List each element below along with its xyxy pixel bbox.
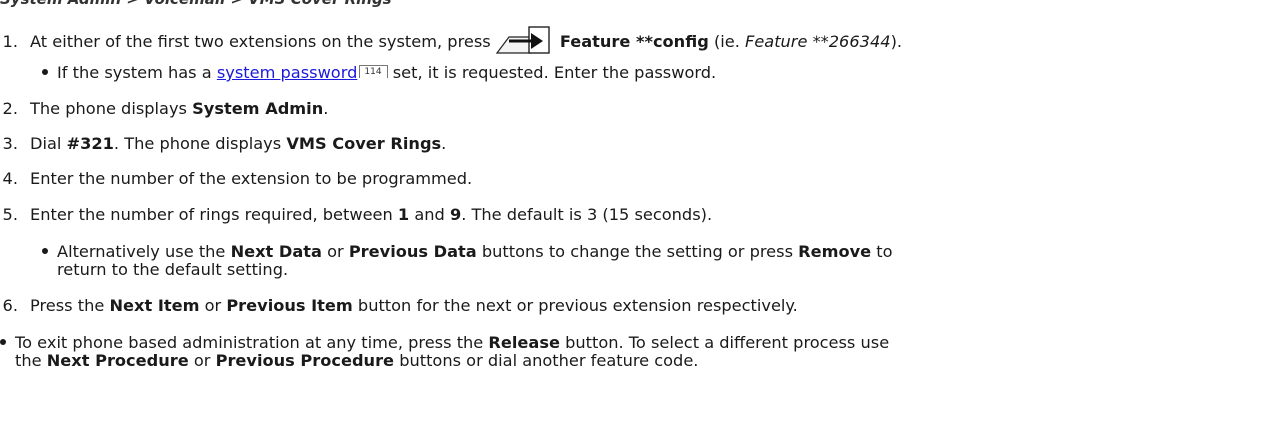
min-rings: 1 (397, 205, 410, 224)
system-password-link[interactable]: system password (217, 63, 358, 82)
feature-key-icon (495, 25, 551, 61)
step-number: 4. (2, 169, 18, 188)
page-heading: System Admin > Voicemail > VMS Cover Rin… (0, 0, 392, 10)
step-text: . The default is 3 (15 seconds). (461, 205, 713, 224)
button-name: Previous Procedure (215, 351, 395, 370)
step-4: 4. Enter the number of the extension to b… (0, 168, 473, 190)
feature-example: Feature **266344 (745, 32, 891, 51)
step-text: Enter the number of the extension to be … (30, 169, 473, 188)
step-2: 2. The phone displays System Admin. (0, 98, 329, 120)
max-rings: 9 (449, 205, 462, 224)
note-text: buttons or dial another feature code. (399, 351, 699, 370)
sub-text: or (327, 242, 344, 261)
sub-text: If the system has a (57, 63, 212, 82)
note-text: the (15, 351, 42, 370)
note-text: or (193, 351, 211, 370)
step-text: . (441, 134, 447, 153)
step-number: 5. (2, 205, 18, 224)
step-text: . The phone displays (113, 134, 282, 153)
step-text: ). (890, 32, 903, 51)
step-3: 3. Dial #321. The phone displays VMS Cove… (0, 133, 447, 155)
button-name: Previous Data (348, 242, 477, 261)
step-text: . (323, 99, 329, 118)
step-number: 2. (2, 99, 18, 118)
step-text: At either of the first two extensions on… (30, 32, 491, 51)
dial-code: #321 (66, 134, 114, 153)
step-5: 5. Enter the number of rings required, be… (0, 204, 713, 226)
step-number: 1. (2, 32, 18, 51)
button-name: Previous Item (226, 296, 353, 315)
display-text: VMS Cover Rings (286, 134, 442, 153)
step-text: and (414, 205, 445, 224)
sub-item-alternatively-cont: return to the default setting. (57, 259, 288, 281)
sub-text: buttons to change the setting or press (481, 242, 794, 261)
page-reference-badge[interactable]: 114 (359, 65, 388, 78)
step-text: Enter the number of rings required, betw… (30, 205, 393, 224)
bullet-icon (42, 68, 48, 75)
step-number: 3. (2, 134, 18, 153)
step-text: or (204, 296, 222, 315)
step-text: (ie. (713, 32, 740, 51)
step-text: The phone displays (30, 99, 187, 118)
sub-text: to (876, 242, 893, 261)
sub-item-password: If the system has a system password 114 s… (42, 62, 716, 84)
bullet-icon (42, 247, 48, 254)
step-text: Dial (30, 134, 62, 153)
button-name: Next Item (109, 296, 200, 315)
sub-text: set, it is requested. Enter the password… (392, 63, 717, 82)
feature-code: Feature **config (559, 32, 709, 51)
button-name: Remove (798, 242, 872, 261)
step-text: Press the (30, 296, 105, 315)
step-6: 6. Press the Next Item or Previous Item b… (0, 295, 798, 317)
step-1: 1. At either of the first two extensions … (0, 25, 902, 61)
sub-text: return to the default setting. (57, 260, 289, 279)
display-text: System Admin (192, 99, 324, 118)
button-name: Next Procedure (46, 351, 189, 370)
step-text: button for the next or previous extensio… (357, 296, 798, 315)
bullet-icon (0, 338, 6, 345)
final-note-cont: the Next Procedure or Previous Procedure… (15, 350, 698, 372)
step-number: 6. (2, 296, 18, 315)
